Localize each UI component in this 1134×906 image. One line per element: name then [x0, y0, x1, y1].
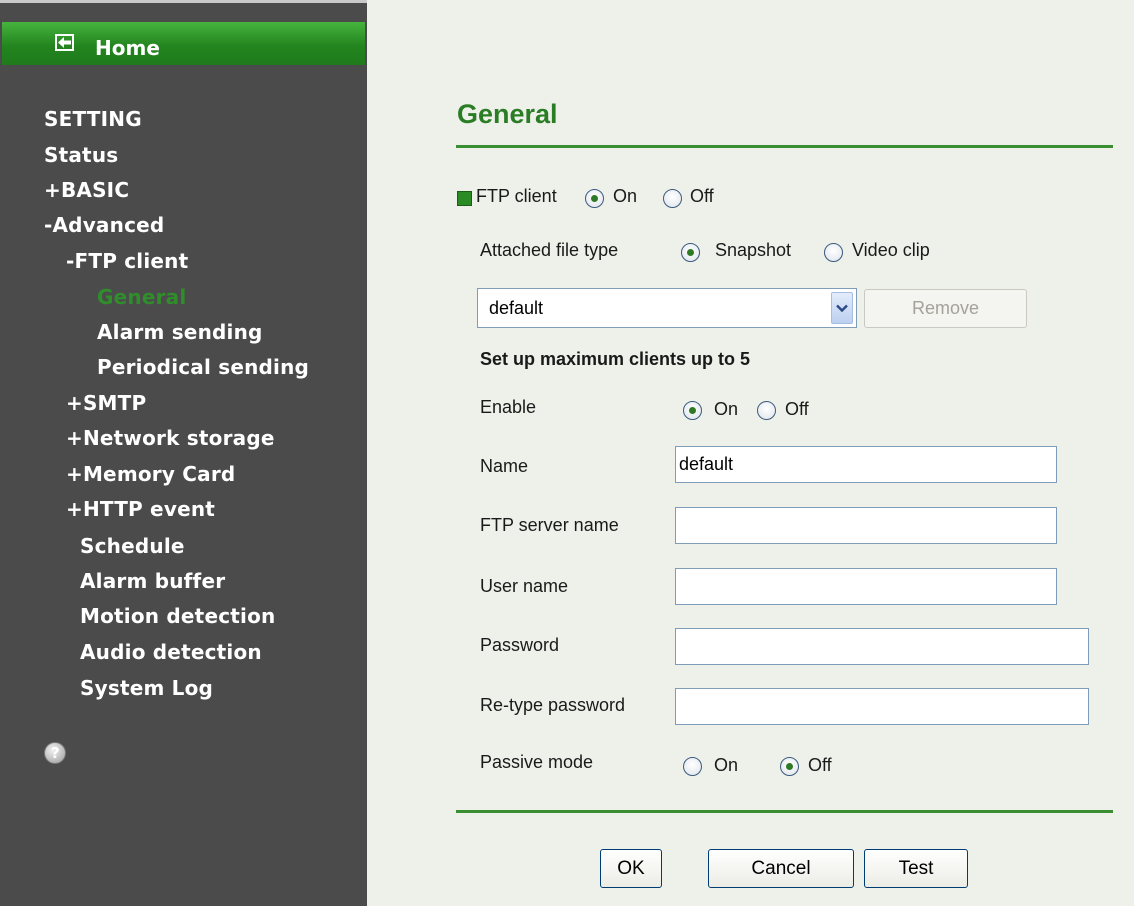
- ftp-client-on-radio[interactable]: [585, 189, 604, 208]
- nav-advanced[interactable]: -Advanced: [44, 213, 164, 237]
- snapshot-label: Snapshot: [715, 240, 792, 260]
- ftp-client-off-radio[interactable]: [663, 189, 682, 208]
- nav-periodical-sending[interactable]: Periodical sending: [97, 355, 309, 379]
- client-select[interactable]: default: [477, 288, 857, 328]
- back-arrow-icon[interactable]: [55, 34, 74, 51]
- nav-basic[interactable]: +BASIC: [44, 178, 129, 202]
- enable-off-label: Off: [785, 399, 809, 419]
- page-title: General: [457, 99, 558, 129]
- ok-button[interactable]: OK: [600, 849, 662, 888]
- nav-smtp[interactable]: +SMTP: [66, 391, 146, 415]
- retype-password-field[interactable]: [675, 688, 1089, 725]
- passive-mode-off-label: Off: [808, 755, 832, 775]
- video-clip-radio[interactable]: [824, 243, 843, 262]
- test-button[interactable]: Test: [864, 849, 968, 888]
- nav-setting[interactable]: SETTING: [44, 107, 142, 131]
- nav-general[interactable]: General: [97, 285, 186, 309]
- password-label: Password: [480, 635, 560, 655]
- nav-memory-card[interactable]: +Memory Card: [66, 462, 235, 486]
- sidebar: [0, 0, 367, 906]
- user-name-field[interactable]: [675, 568, 1057, 605]
- ftp-client-label: FTP client: [476, 186, 557, 206]
- enable-label: Enable: [480, 397, 537, 417]
- nav-alarm-sending[interactable]: Alarm sending: [97, 320, 263, 344]
- ftp-client-off-label: Off: [690, 186, 714, 206]
- remove-button[interactable]: Remove: [864, 289, 1027, 328]
- nav-network-storage[interactable]: +Network storage: [66, 426, 275, 450]
- passive-mode-on-label: On: [714, 755, 739, 775]
- passive-mode-label: Passive mode: [480, 752, 594, 772]
- name-label: Name: [480, 456, 529, 476]
- password-field[interactable]: [675, 628, 1089, 665]
- passive-mode-off-radio[interactable]: [780, 757, 799, 776]
- bottom-divider: [456, 810, 1113, 813]
- retype-password-label: Re-type password: [480, 695, 626, 715]
- video-clip-label: Video clip: [852, 240, 930, 260]
- home-link[interactable]: Home: [95, 36, 160, 60]
- max-clients-text: Set up maximum clients up to 5: [480, 349, 751, 369]
- title-divider: [456, 145, 1113, 148]
- name-field[interactable]: [675, 446, 1057, 483]
- cancel-button[interactable]: Cancel: [708, 849, 854, 888]
- ftp-server-name-field[interactable]: [675, 507, 1057, 544]
- snapshot-radio[interactable]: [681, 243, 700, 262]
- enable-off-radio[interactable]: [757, 401, 776, 420]
- ftp-client-on-label: On: [613, 186, 638, 206]
- nav-ftp-client[interactable]: -FTP client: [66, 249, 188, 273]
- passive-mode-on-radio[interactable]: [683, 757, 702, 776]
- ftp-server-name-label: FTP server name: [480, 515, 619, 535]
- chevron-down-icon[interactable]: [831, 292, 853, 324]
- user-name-label: User name: [480, 576, 569, 596]
- enable-on-radio[interactable]: [683, 401, 702, 420]
- attached-file-type-label: Attached file type: [480, 240, 619, 260]
- nav-schedule[interactable]: Schedule: [80, 534, 185, 558]
- nav-system-log[interactable]: System Log: [80, 676, 213, 700]
- nav-alarm-buffer[interactable]: Alarm buffer: [80, 569, 225, 593]
- section-marker-icon: [457, 191, 472, 206]
- nav-audio-detection[interactable]: Audio detection: [80, 640, 262, 664]
- nav-status[interactable]: Status: [44, 143, 118, 167]
- nav-http-event[interactable]: +HTTP event: [66, 497, 215, 521]
- enable-on-label: On: [714, 399, 739, 419]
- help-icon[interactable]: ?: [44, 742, 66, 764]
- nav-motion-detection[interactable]: Motion detection: [80, 604, 275, 628]
- client-select-value: default: [489, 298, 544, 318]
